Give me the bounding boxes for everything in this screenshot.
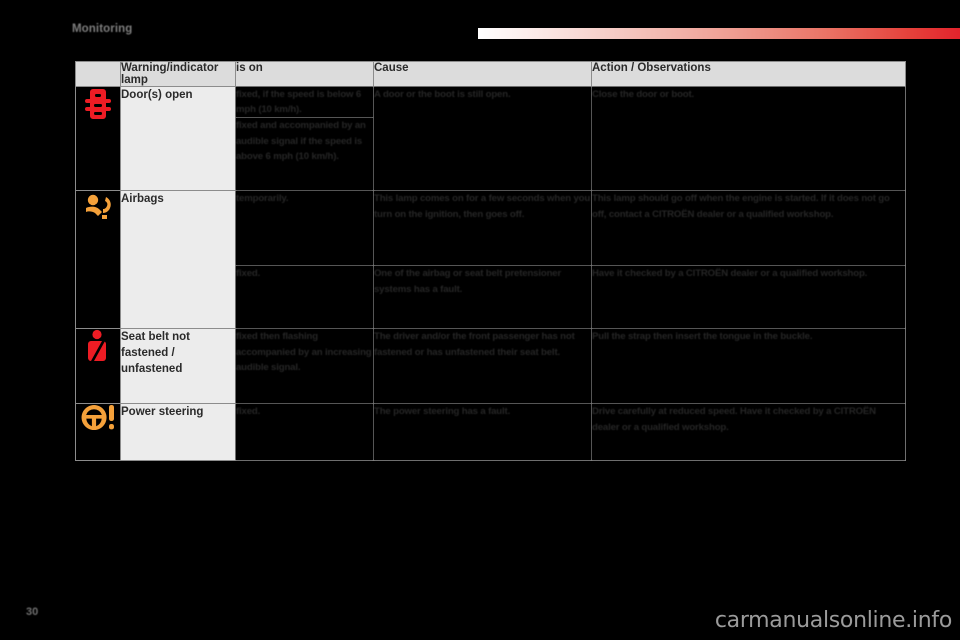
table-header-ison: is on (235, 61, 374, 87)
lamp-label: Power steering (120, 403, 236, 462)
is-on-text: fixed, if the speed is below 6 mph (10 k… (235, 85, 374, 119)
cause-text: A door or the boot is still open. (373, 85, 592, 192)
table-header-lamp: Warning/indicator lamp (120, 61, 236, 87)
action-text: Close the door or boot. (591, 85, 906, 192)
lamp-icon-cell (75, 328, 121, 405)
table-header-action: Action / Observations (591, 61, 906, 87)
action-text: Pull the strap then insert the tongue in… (591, 328, 906, 405)
lamp-label: Seat belt not fastened / unfastened (120, 328, 236, 405)
table-row: Airbags temporarily. This lamp comes on … (75, 190, 906, 330)
table-header-cause: Cause (373, 61, 592, 87)
cause-text: One of the airbag or seat belt pretensio… (373, 265, 592, 330)
action-text: Have it checked by a CITROËN dealer or a… (591, 265, 906, 330)
table-row: Door(s) open fixed, if the speed is belo… (75, 85, 906, 192)
is-on-text: fixed then flashing accompanied by an in… (235, 328, 374, 405)
warning-lamp-table: Warning/indicator lamp is on Cause Actio… (75, 61, 906, 462)
is-on-text: fixed. (235, 403, 374, 462)
airbag-warning-icon (86, 195, 111, 220)
cause-text: This lamp comes on for a few seconds whe… (373, 190, 592, 267)
lamp-icon-cell (75, 85, 121, 192)
action-text: This lamp should go off when the engine … (591, 190, 906, 267)
table-row: Seat belt not fastened / unfastened fixe… (75, 328, 906, 405)
lamp-icon-cell (75, 190, 121, 330)
lamp-label: Airbags (120, 190, 236, 330)
is-on-text: fixed and accompanied by an audible sign… (235, 117, 374, 192)
table-row: Power steering fixed. The power steering… (75, 403, 906, 462)
door-open-warning-icon (85, 89, 111, 119)
page-section-title: Monitoring (72, 23, 133, 35)
power-steering-warning-icon (81, 405, 114, 431)
table-header-icon (75, 61, 121, 87)
lamp-icon-cell (75, 403, 121, 462)
is-on-text: temporarily. (235, 190, 374, 267)
site-watermark: carmanualsonline.info (714, 608, 952, 633)
is-on-text: fixed. (235, 265, 374, 330)
table-header-row: Warning/indicator lamp is on Cause Actio… (75, 61, 906, 87)
seat-belt-warning-icon (88, 330, 106, 362)
lamp-label: Door(s) open (120, 85, 236, 192)
header-gradient-rule (478, 28, 960, 39)
cause-text: The driver and/or the front passenger ha… (373, 328, 592, 405)
action-text: Drive carefully at reduced speed. Have i… (591, 403, 906, 462)
cause-text: The power steering has a fault. (373, 403, 592, 462)
page-number: 30 (26, 606, 39, 618)
